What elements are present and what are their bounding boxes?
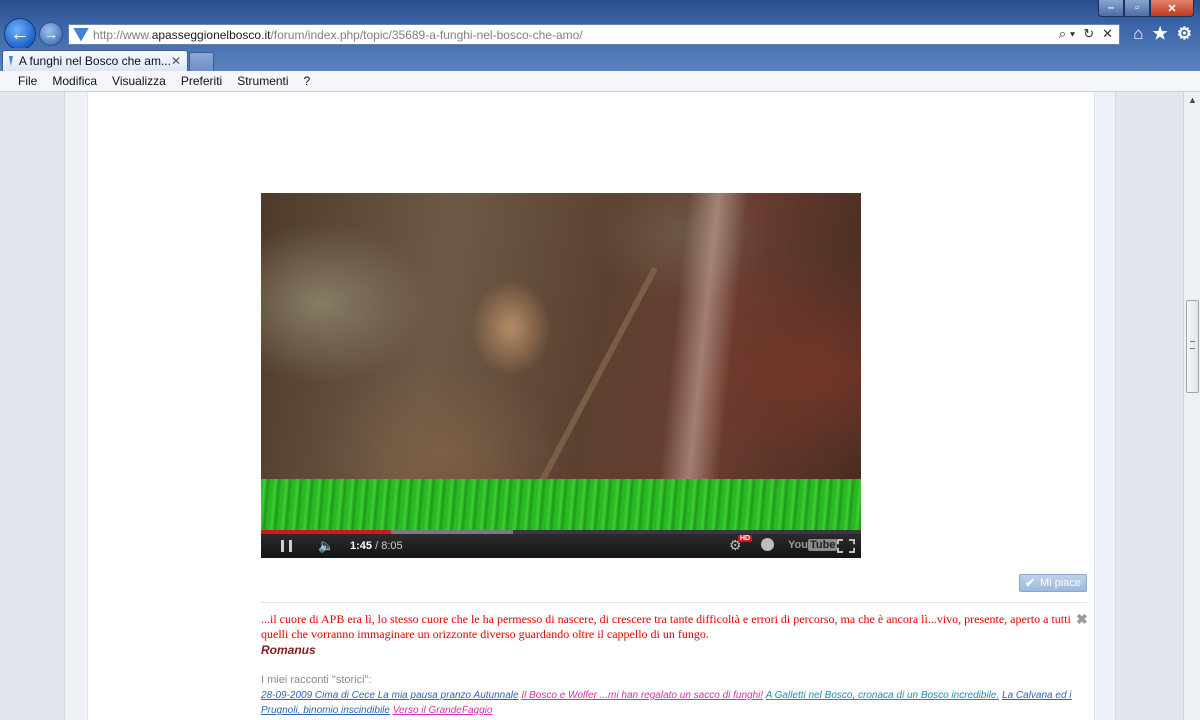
story-link[interactable]: Verso il GrandeFaggio [393,705,493,716]
grip-icon [1190,341,1195,349]
arrow-right-icon: → [44,26,58,42]
url-domain: apasseggionelbosco.it [151,27,271,42]
scrollbar-thumb[interactable] [1186,300,1199,393]
new-tab-button[interactable] [189,52,214,71]
favorites-star-icon[interactable]: ★ [1153,24,1168,44]
menu-strumenti[interactable]: Strumenti [237,74,288,88]
settings-gear-icon[interactable]: ⚙ [1177,24,1192,44]
like-button[interactable]: ✔ Mi piace [1019,574,1087,592]
address-actions: ⌕ ▾ ↻ ✕ [1059,26,1113,42]
stop-icon[interactable]: ✕ [1102,26,1113,42]
menu-help[interactable]: ? [304,74,311,88]
checkmark-icon: ✔ [1024,576,1036,590]
forum-post-content: 🔈 1:45 / 8:05 ⚙ HD You Tube ✔ Mi piace ..… [87,92,1095,720]
menu-bar: File Modifica Visualizza Preferiti Strum… [0,71,1200,92]
youtube-logo-you: You [788,539,808,551]
video-time: 1:45 / 8:05 [350,540,403,552]
signature-divider [261,602,1087,603]
home-icon[interactable]: ⌂ [1133,24,1143,44]
menu-preferiti[interactable]: Preferiti [181,74,222,88]
address-bar[interactable]: http://www.apasseggionelbosco.it/forum/i… [68,24,1120,45]
site-favicon-icon [73,27,89,42]
minimize-button[interactable]: – [1098,0,1124,17]
youtube-video-player[interactable]: 🔈 1:45 / 8:05 ⚙ HD You Tube [261,193,861,558]
story-link[interactable]: A Galletti nel Bosco, cronaca di un Bosc… [766,690,1000,701]
hd-badge: HD [738,535,753,542]
address-url[interactable]: http://www.apasseggionelbosco.it/forum/i… [93,28,583,42]
forum-page-frame: 🔈 1:45 / 8:05 ⚙ HD You Tube ✔ Mi piace ..… [64,92,1116,720]
back-button[interactable]: ← [4,18,36,50]
tab-strip: A funghi nel Bosco che am... ✕ [0,48,1200,71]
story-link[interactable]: Il Bosco e Wolfer ...mi han regalato un … [521,690,763,701]
signature-quote: ...il cuore di APB era lì, lo stesso cuo… [261,612,1071,641]
video-green-band [261,479,861,531]
volume-icon[interactable]: 🔈 [318,538,334,554]
video-duration: / 8:05 [375,540,403,552]
url-prefix: http://www. [93,27,152,42]
search-icon[interactable]: ⌕ ▾ [1059,26,1075,42]
tab-close-icon[interactable]: ✕ [171,54,181,68]
stories-heading: I miei racconti "storici": [261,674,372,686]
close-window-button[interactable]: ✕ [1150,0,1194,17]
menu-file[interactable]: File [18,74,37,88]
like-button-label: Mi piace [1040,577,1082,589]
story-link[interactable]: 28-09-2009 Cima di Cece La mia pausa pra… [261,690,519,701]
video-current-time: 1:45 [350,540,373,552]
close-signature-icon[interactable]: ✖ [1076,611,1088,628]
tab-title: A funghi nel Bosco che am... [18,54,171,68]
refresh-icon[interactable]: ↻ [1083,26,1094,42]
toolbar-icons: ⌂ ★ ⚙ [1133,24,1192,44]
menu-visualizza[interactable]: Visualizza [112,74,166,88]
browser-titlebar: – ▫ ✕ ← → http://www.apasseggionelbosco.… [0,0,1200,50]
window-controls: – ▫ ✕ [1098,0,1194,17]
tab-favicon-icon [9,56,13,66]
url-path: /forum/index.php/topic/35689-a-funghi-ne… [270,27,583,42]
vertical-scrollbar[interactable]: ▲ [1183,92,1200,720]
pause-icon[interactable] [281,540,292,552]
fullscreen-icon[interactable] [837,539,855,553]
signature-author: Romanus [261,643,316,657]
stories-links: 28-09-2009 Cima di Cece La mia pausa pra… [261,688,1091,718]
forward-button[interactable]: → [39,22,63,46]
scroll-up-arrow-icon[interactable]: ▲ [1188,95,1197,105]
youtube-logo-tube: Tube [807,539,838,551]
maximize-button[interactable]: ▫ [1124,0,1150,17]
youtube-logo[interactable]: You Tube [788,539,838,551]
browser-tab-active[interactable]: A funghi nel Bosco che am... ✕ [2,50,188,71]
page-viewport: 🔈 1:45 / 8:05 ⚙ HD You Tube ✔ Mi piace ..… [0,92,1183,720]
menu-modifica[interactable]: Modifica [52,74,97,88]
video-controls: 🔈 1:45 / 8:05 ⚙ HD You Tube [261,534,861,558]
arrow-left-icon: ← [10,22,30,45]
watch-later-clock-icon[interactable] [761,538,774,551]
